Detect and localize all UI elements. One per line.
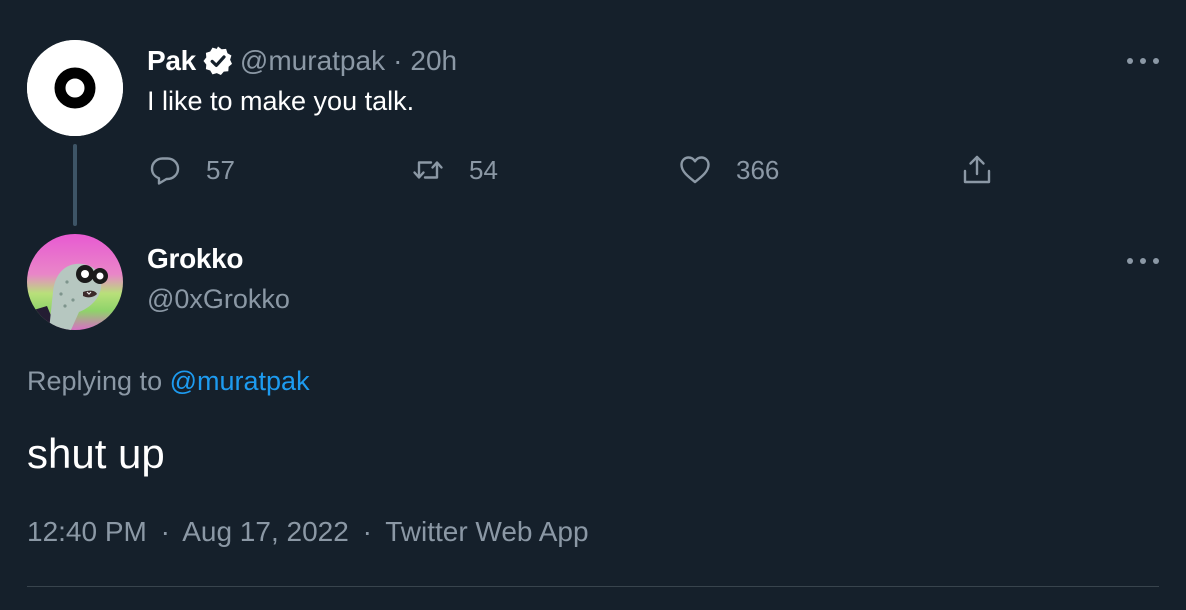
more-dot bbox=[1127, 258, 1133, 264]
more-dot bbox=[1153, 258, 1159, 264]
reply-date[interactable]: Aug 17, 2022 bbox=[182, 516, 349, 547]
pak-logo-icon bbox=[27, 40, 123, 136]
header-separator: · bbox=[393, 45, 403, 76]
more-dot bbox=[1140, 58, 1146, 64]
more-dot bbox=[1140, 258, 1146, 264]
parent-timestamp[interactable]: 20h bbox=[410, 45, 457, 77]
parent-tweet-header: Pak @muratpak · 20h bbox=[147, 42, 457, 80]
share-upload-icon bbox=[963, 155, 991, 184]
reply-time[interactable]: 12:40 PM bbox=[27, 516, 147, 547]
reply-count: 57 bbox=[206, 154, 235, 185]
reply-more-button[interactable] bbox=[1127, 256, 1159, 266]
parent-tweet-text: I like to make you talk. bbox=[147, 86, 415, 116]
like-button[interactable]: 366 bbox=[678, 150, 779, 190]
parent-action-bar: 57 54 366 bbox=[0, 150, 1186, 190]
pak-avatar[interactable] bbox=[27, 40, 123, 136]
replying-to-label: Replying to bbox=[27, 366, 163, 396]
divider bbox=[27, 586, 1159, 587]
reply-button[interactable]: 57 bbox=[148, 150, 235, 190]
parent-author-handle[interactable]: @muratpak bbox=[240, 45, 385, 77]
reply-author-handle[interactable]: @0xGrokko bbox=[147, 284, 290, 315]
comment-icon bbox=[150, 157, 180, 185]
heart-icon bbox=[680, 156, 710, 184]
retweet-button[interactable]: 54 bbox=[411, 150, 498, 190]
reply-author-name[interactable]: Grokko bbox=[147, 243, 244, 275]
grokko-avatar[interactable] bbox=[27, 234, 123, 330]
reply-metadata: 12:40 PM · Aug 17, 2022 · Twitter Web Ap… bbox=[27, 516, 589, 548]
share-button[interactable] bbox=[960, 150, 994, 190]
verified-badge-icon bbox=[202, 45, 234, 77]
like-count: 366 bbox=[736, 154, 780, 185]
more-dot bbox=[1127, 58, 1133, 64]
tweet-detail-page: Pak @muratpak · 20h I like to make you t… bbox=[0, 0, 1186, 610]
retweet-count: 54 bbox=[469, 154, 498, 185]
reply-source[interactable]: Twitter Web App bbox=[385, 516, 588, 547]
grokko-character-image bbox=[27, 234, 123, 330]
retweet-icon bbox=[413, 161, 443, 179]
replying-to-mention[interactable]: @muratpak bbox=[170, 366, 310, 396]
meta-separator: · bbox=[160, 516, 170, 547]
parent-author-name[interactable]: Pak bbox=[147, 45, 196, 77]
meta-separator: · bbox=[362, 516, 372, 547]
parent-more-button[interactable] bbox=[1127, 56, 1159, 66]
reply-tweet-text: shut up bbox=[27, 430, 165, 477]
more-dot bbox=[1153, 58, 1159, 64]
replying-to-line: Replying to @muratpak bbox=[27, 366, 310, 397]
